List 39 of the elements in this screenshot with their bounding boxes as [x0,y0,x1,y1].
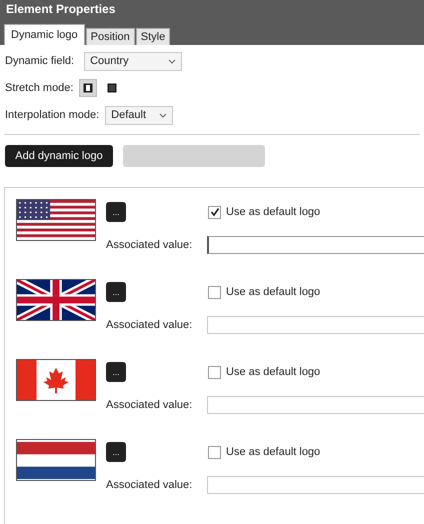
value-input[interactable] [207,396,424,414]
browse-button[interactable]: ... [106,442,126,462]
field-label: Associated value: [106,399,194,411]
checkbox[interactable] [208,446,221,458]
dropdown[interactable]: Country [84,52,182,70]
browse-button[interactable]: ... [106,282,126,302]
checkbox[interactable] [208,366,221,378]
frame-icon [83,83,94,93]
stretch-mode-button[interactable] [79,79,98,97]
checkbox-label: Use as default logo [226,206,320,218]
field-label: Stretch mode: [5,82,74,94]
flag-icon [16,279,96,321]
dropdown[interactable]: Default [105,106,174,124]
flag-icon [16,359,96,401]
tab[interactable]: Style [136,28,170,45]
tab[interactable]: Dynamic logo [4,24,85,45]
field-label: Associated value: [106,479,194,491]
field-label: Dynamic field: [5,55,74,67]
checkbox-label: Use as default logo [226,446,320,458]
window-title: Element Properties [6,2,116,16]
add-button[interactable]: Add dynamic logo [5,145,113,167]
value-input[interactable] [207,316,424,334]
caret-icon [168,58,176,64]
square-icon [107,83,118,93]
value-input[interactable] [207,236,424,254]
value-input[interactable] [207,476,424,494]
browse-button[interactable]: ... [106,362,126,382]
tab[interactable]: Position [86,28,135,45]
flag-icon [16,199,96,241]
checkbox-label: Use as default logo [226,366,320,378]
flag-icon [16,439,96,481]
checkbox[interactable] [208,206,221,218]
field-label: Associated value: [106,319,194,331]
browse-button[interactable]: ... [106,202,126,222]
field-label: Interpolation mode: [5,109,100,121]
field-label: Associated value: [106,239,194,251]
checkbox-label: Use as default logo [226,286,320,298]
caret-icon [159,112,168,118]
checkbox[interactable] [208,286,221,298]
